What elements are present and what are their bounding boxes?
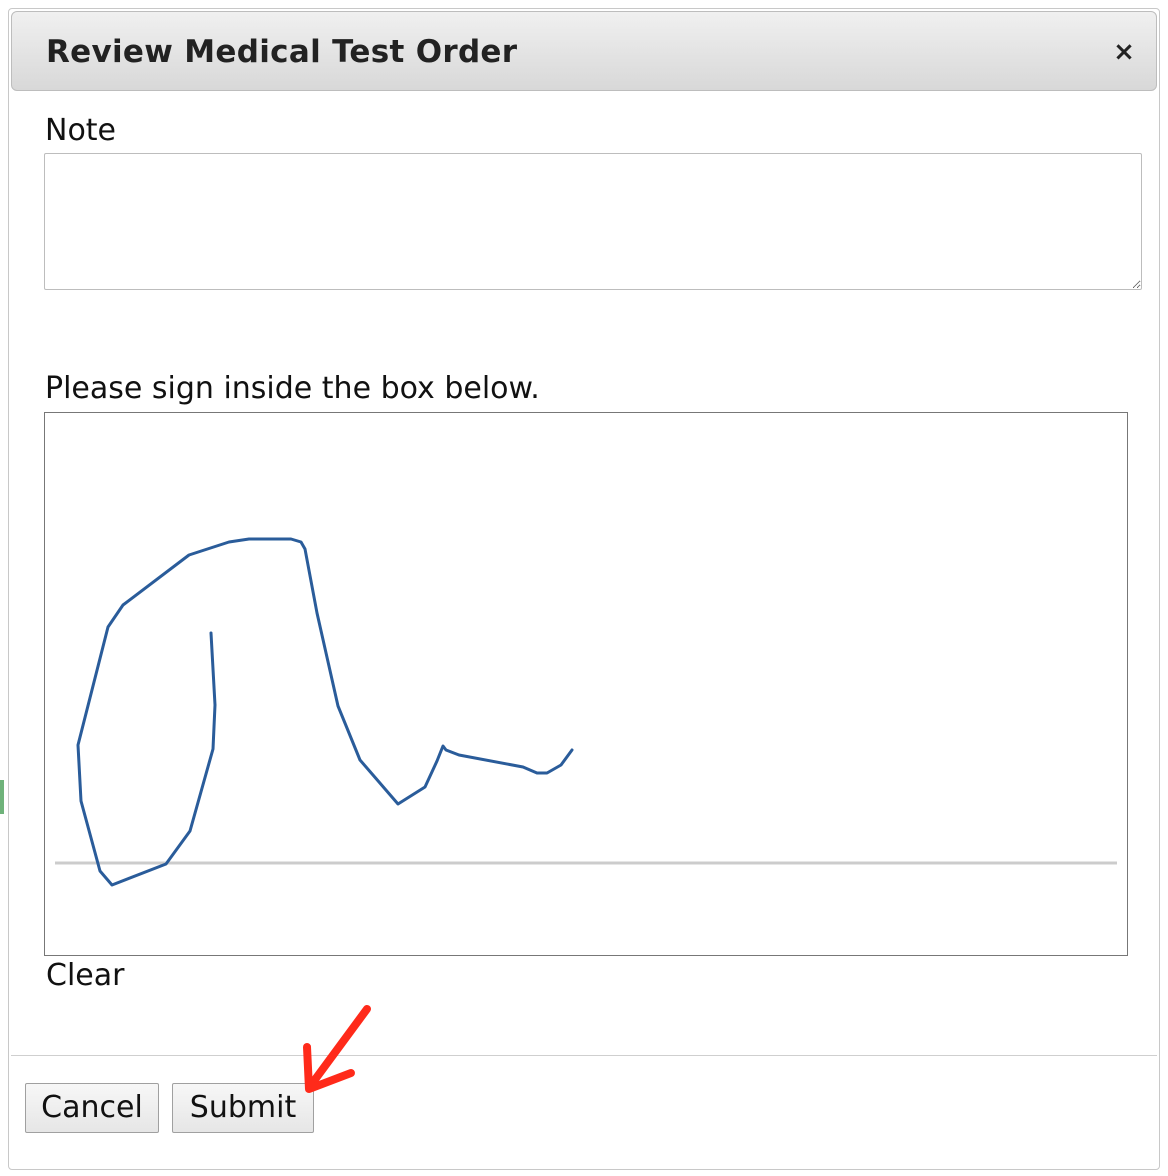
- dialog-titlebar: Review Medical Test Order ×: [11, 11, 1157, 91]
- note-textarea[interactable]: [44, 153, 1142, 290]
- signature-pad[interactable]: [44, 412, 1128, 956]
- red-arrow-annotation-icon: [303, 1005, 371, 1093]
- submit-button[interactable]: Submit: [172, 1083, 314, 1133]
- footer-divider: [11, 1055, 1157, 1056]
- clear-signature-link[interactable]: Clear: [46, 958, 124, 993]
- close-icon[interactable]: ×: [1110, 38, 1138, 66]
- dialog-title: Review Medical Test Order: [46, 34, 518, 70]
- cancel-button[interactable]: Cancel: [25, 1083, 159, 1133]
- signature-stroke: [76, 537, 574, 887]
- review-medical-test-order-dialog: Review Medical Test Order × Note Please …: [8, 8, 1160, 1170]
- background-page-accent: [0, 780, 4, 814]
- signature-prompt: Please sign inside the box below.: [45, 371, 540, 406]
- note-label: Note: [45, 113, 117, 148]
